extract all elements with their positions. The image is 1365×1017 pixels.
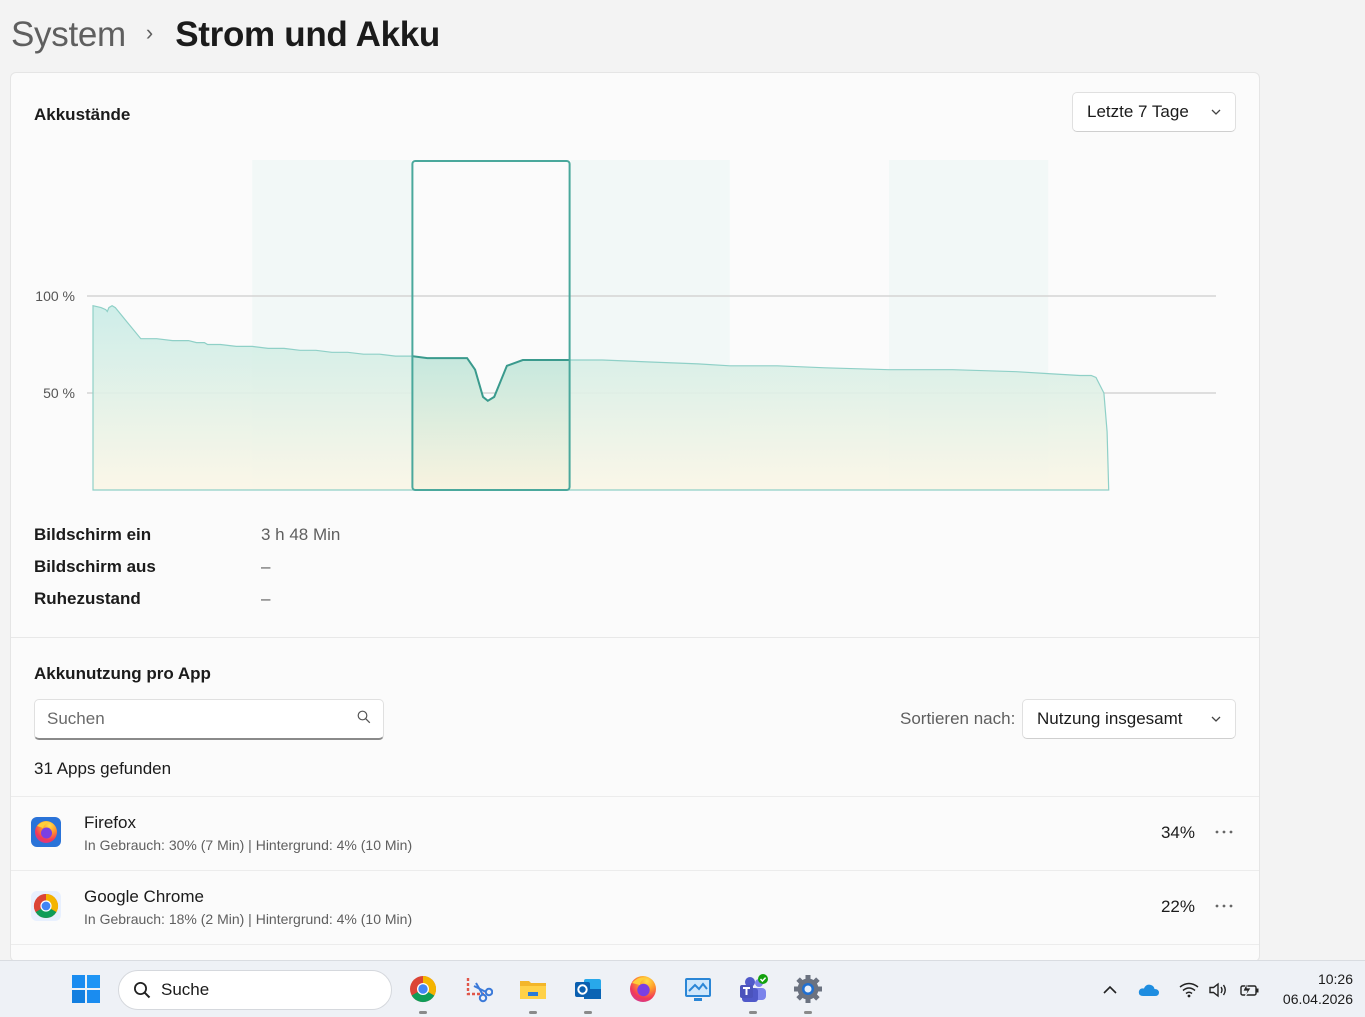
y-tick-label: 100 % xyxy=(35,288,75,304)
start-windows-icon[interactable] xyxy=(70,973,102,1005)
app-search-input[interactable] xyxy=(47,709,357,729)
app-usage-percent: 34% xyxy=(1160,823,1195,842)
battery-charging-icon[interactable] xyxy=(1238,979,1260,1001)
section-divider xyxy=(11,637,1259,638)
day-column[interactable] xyxy=(571,160,730,490)
stat-label: Bildschirm ein xyxy=(34,525,152,544)
firefox-icon[interactable] xyxy=(627,973,659,1005)
day-column[interactable] xyxy=(93,160,252,490)
running-indicator xyxy=(749,1011,757,1014)
running-indicator xyxy=(804,1011,812,1014)
taskbar: Suche 10:26 06.04.2026 xyxy=(0,960,1365,1017)
more-options-icon[interactable] xyxy=(1209,893,1239,919)
app-row-chrome[interactable]: Google Chrome In Gebrauch: 18% (2 Min) |… xyxy=(11,870,1259,944)
chrome-icon[interactable] xyxy=(407,973,439,1014)
day-column[interactable] xyxy=(411,160,570,490)
y-tick-label: 50 % xyxy=(43,385,75,401)
sort-label: Sortieren nach: xyxy=(900,709,1016,728)
outlook-icon[interactable] xyxy=(572,973,604,1014)
screen-stats: Bildschirm ein 3 h 48 Min Bildschirm aus… xyxy=(34,519,340,615)
stat-screen-on: Bildschirm ein 3 h 48 Min xyxy=(34,519,340,551)
app-usage-detail: In Gebrauch: 18% (2 Min) | Hintergrund: … xyxy=(84,911,413,927)
search-icon xyxy=(357,710,371,729)
battery-levels-title: Akkustände xyxy=(34,105,131,124)
app-usage-detail: In Gebrauch: 30% (7 Min) | Hintergrund: … xyxy=(84,837,413,853)
app-usage-title: Akkunutzung pro App xyxy=(34,664,211,683)
stat-label: Bildschirm aus xyxy=(34,557,156,576)
time-range-dropdown[interactable]: Letzte 7 Tage xyxy=(1072,92,1236,132)
firefox-icon xyxy=(30,816,62,848)
wifi-icon[interactable] xyxy=(1178,979,1200,1001)
battery-chart: 100 % 50 % xyxy=(11,158,1259,498)
onedrive-icon[interactable] xyxy=(1138,979,1160,1001)
stat-sleep: Ruhezustand – xyxy=(34,583,340,615)
battery-chart-svg: 100 % 50 % xyxy=(35,160,1216,491)
settings-icon[interactable] xyxy=(792,973,824,1014)
running-indicator xyxy=(419,1011,427,1014)
file-explorer-icon[interactable] xyxy=(517,973,549,1014)
running-indicator xyxy=(529,1011,537,1014)
page-title: Strom und Akku xyxy=(175,15,441,54)
clock-time: 10:26 xyxy=(1317,971,1353,987)
search-icon xyxy=(133,981,151,999)
day-column[interactable] xyxy=(730,160,889,490)
app-search-box[interactable] xyxy=(34,699,384,740)
day-column[interactable] xyxy=(889,160,1048,490)
day-column[interactable] xyxy=(252,160,411,490)
taskbar-search-box[interactable]: Suche xyxy=(118,970,392,1010)
chevron-down-icon xyxy=(1211,107,1221,117)
day-column[interactable] xyxy=(1048,160,1207,490)
taskbar-search-label: Suche xyxy=(161,980,210,999)
breadcrumb: System › Strom und Akku xyxy=(11,10,440,60)
clock-date: 06.04.2026 xyxy=(1282,991,1353,1007)
time-range-value: Letzte 7 Tage xyxy=(1087,102,1189,121)
chrome-icon xyxy=(30,890,62,922)
app-row-firefox[interactable]: Firefox In Gebrauch: 30% (7 Min) | Hinte… xyxy=(11,796,1259,870)
app-usage-percent: 22% xyxy=(1160,897,1195,916)
breadcrumb-system-link[interactable]: System xyxy=(11,15,126,55)
more-options-icon[interactable] xyxy=(1209,819,1239,845)
chevron-down-icon xyxy=(1211,714,1221,724)
sort-dropdown[interactable]: Nutzung insgesamt xyxy=(1022,699,1236,739)
taskbar-clock[interactable]: 10:26 06.04.2026 xyxy=(1283,969,1353,1009)
apps-found-count: 31 Apps gefunden xyxy=(34,759,172,778)
stat-label: Ruhezustand xyxy=(34,589,141,608)
stat-value: – xyxy=(261,557,271,576)
app-name: Google Chrome xyxy=(84,887,205,906)
app-name: Firefox xyxy=(84,813,136,832)
running-indicator xyxy=(584,1011,592,1014)
stat-screen-off: Bildschirm aus – xyxy=(34,551,340,583)
battery-card: Akkustände Letzte 7 Tage 100 % 50 % Bild… xyxy=(10,72,1260,962)
stat-value: 3 h 48 Min xyxy=(261,525,341,544)
volume-icon[interactable] xyxy=(1207,979,1229,1001)
snipping-tool-icon[interactable] xyxy=(462,973,494,1005)
stat-value: – xyxy=(261,589,271,608)
teams-icon[interactable] xyxy=(737,973,769,1014)
show-hidden-icons-chevron[interactable] xyxy=(1099,979,1121,1001)
sort-value: Nutzung insgesamt xyxy=(1037,709,1183,728)
breadcrumb-separator: › xyxy=(145,20,154,45)
remote-desktop-icon[interactable] xyxy=(682,973,714,1005)
